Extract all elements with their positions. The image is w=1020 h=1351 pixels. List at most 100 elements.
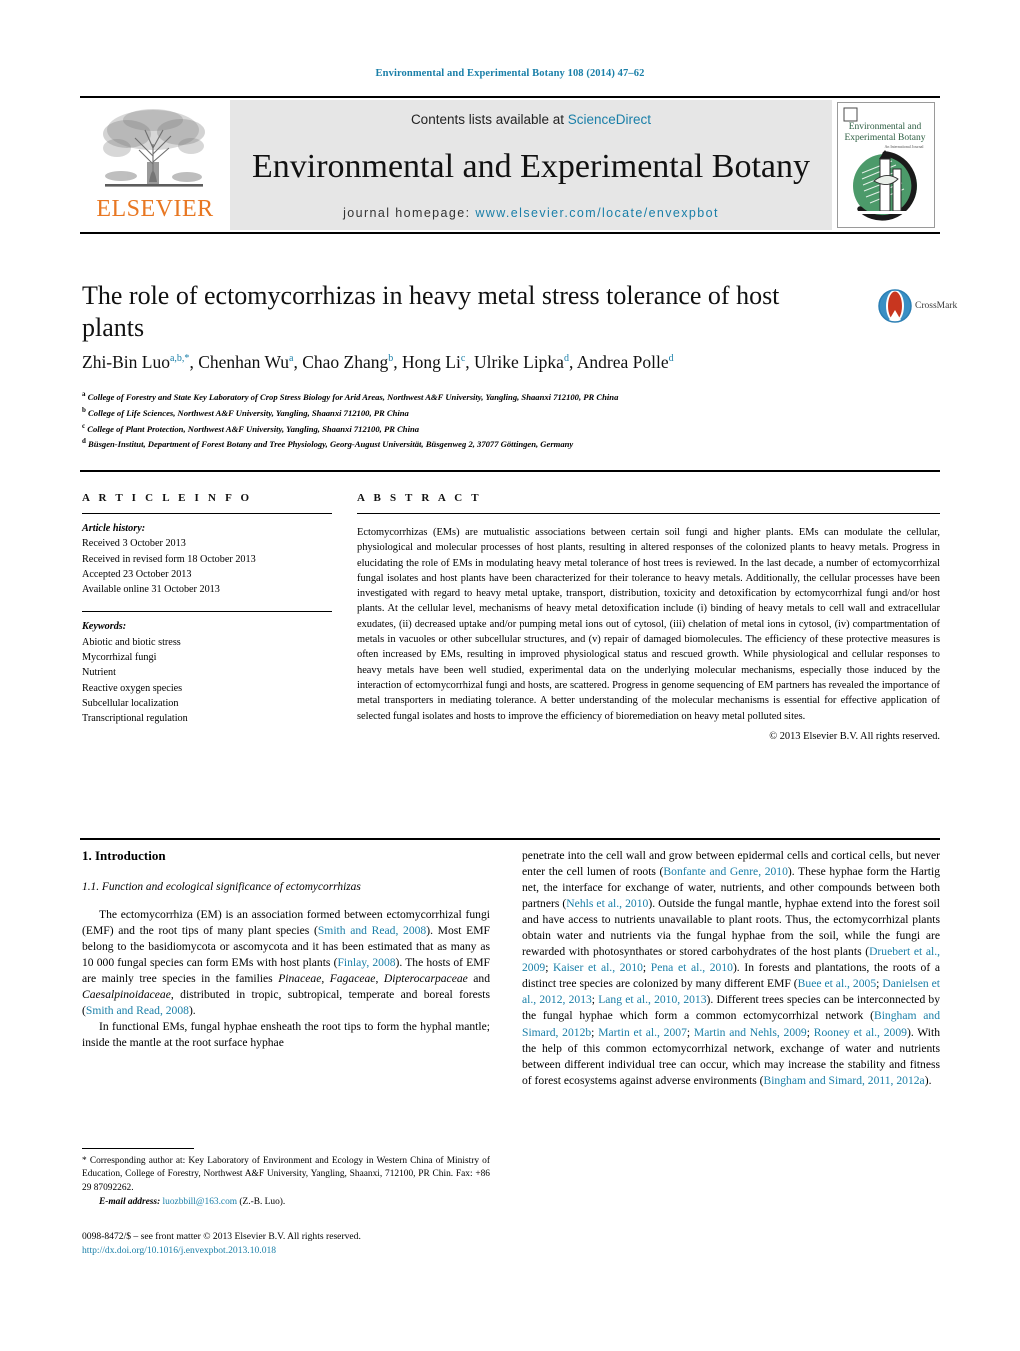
citation-link[interactable]: Pena et al., 2010 — [651, 961, 733, 974]
species-name: Caesalpinoidaceae — [82, 988, 171, 1002]
doi-link[interactable]: http://dx.doi.org/10.1016/j.envexpbot.20… — [82, 1244, 522, 1258]
running-head: Environmental and Experimental Botany 10… — [375, 68, 645, 79]
email-label: E-mail address: — [99, 1197, 161, 1208]
paragraph: In functional EMs, fungal hyphae ensheat… — [82, 1020, 490, 1050]
affiliation-list: a College of Forestry and State Key Labo… — [82, 389, 902, 452]
author-name: Andrea Polle — [576, 352, 669, 372]
author-affiliation-mark: a — [289, 353, 294, 365]
article-page: Environmental and Experimental Botany 10… — [0, 0, 1020, 1351]
elsevier-wordmark: ELSEVIER — [96, 196, 214, 222]
keywords-label: Keywords: — [82, 621, 127, 633]
journal-cover-image: Environmental and Experimental Botany An… — [837, 102, 935, 228]
species-name: Fagaceae — [329, 972, 376, 986]
history-item: Available online 31 October 2013 — [82, 584, 220, 596]
paragraph: penetrate into the cell wall and grow be… — [522, 849, 941, 1087]
species-name: Dipterocarpaceae — [383, 972, 468, 986]
author-name: Chao Zhang — [302, 352, 389, 372]
keyword-item: Abiotic and biotic stress — [82, 636, 181, 648]
crossmark-icon — [878, 289, 912, 323]
citation-link[interactable]: Bonfante and Genre, 2010 — [663, 865, 787, 878]
svg-text:An International Journal: An International Journal — [884, 144, 924, 149]
keyword-item: Nutrient — [82, 667, 116, 679]
keyword-item: Reactive oxygen species — [82, 682, 183, 694]
article-history-label: Article history: — [82, 523, 146, 534]
keywords-block: Keywords: Abiotic and biotic stress Myco… — [82, 619, 332, 726]
article-info-column: A R T I C L E I N F O Article history: R… — [82, 492, 332, 727]
section-heading-introduction: 1. Introduction — [82, 848, 166, 863]
history-item: Received in revised form 18 October 2013 — [82, 553, 256, 565]
author-list: Zhi-Bin Luoa,b,*, Chenhan Wua, Chao Zhan… — [82, 352, 674, 372]
citation-link[interactable]: Martin et al., 2007 — [598, 1026, 687, 1039]
article-history-block: Article history: Received 3 October 2013… — [82, 521, 332, 597]
history-item: Received 3 October 2013 — [82, 538, 186, 550]
author-affiliation-mark: d — [668, 353, 674, 365]
journal-masthead: ELSEVIER Contents lists available at Sci… — [80, 96, 940, 234]
citation-link[interactable]: Lang et al., 2010, 2013 — [598, 993, 706, 1006]
citation-link[interactable]: Martin and Nehls, 2009 — [694, 1026, 807, 1039]
author-name: Zhi-Bin Luo — [82, 352, 170, 372]
citation-link[interactable]: Smith and Read, 2008 — [318, 924, 426, 937]
article-info-rule-mid — [82, 611, 332, 613]
email-note: E-mail address: luozbbill@163.com (Z.-B.… — [82, 1196, 490, 1209]
citation-link[interactable]: Smith and Read, 2008 — [86, 1004, 189, 1017]
crossmark-badge[interactable]: CrossMark — [878, 284, 958, 328]
author-name: Ulrike Lipka — [474, 352, 564, 372]
citation-link[interactable]: Kaiser et al., 2010 — [553, 961, 643, 974]
abstract-rule — [357, 513, 940, 514]
affiliation-item: a College of Forestry and State Key Labo… — [82, 390, 619, 402]
citation-link[interactable]: Bingham and Simard, 2011, 2012a — [763, 1074, 924, 1087]
author-affiliation-mark: c — [460, 353, 466, 365]
journal-homepage-line: journal homepage: www.elsevier.com/locat… — [343, 206, 719, 220]
subsection-heading: 1.1. Function and ecological significanc… — [82, 881, 361, 893]
issn-line: 0098-8472/$ – see front matter © 2013 El… — [82, 1231, 361, 1242]
abstract-heading: A B S T R A C T — [357, 492, 482, 504]
author-affiliation-mark: d — [563, 353, 569, 365]
journal-title: Environmental and Experimental Botany — [251, 147, 810, 185]
affiliation-item: b College of Life Sciences, Northwest A&… — [82, 405, 409, 418]
cover-title-line2: Experimental Botany — [845, 133, 926, 143]
affiliation-mark: d — [82, 437, 86, 446]
species-name: Pinaceae — [278, 972, 322, 986]
affiliation-mark: c — [82, 421, 86, 430]
affiliation-item: c College of Plant Protection, Northwest… — [82, 421, 420, 434]
author-name: Chenhan Wu — [198, 352, 290, 372]
article-info-heading: A R T I C L E I N F O — [82, 492, 253, 504]
imprint-block: 0098-8472/$ – see front matter © 2013 El… — [82, 1230, 522, 1259]
citation-link[interactable]: Finlay, 2008 — [337, 956, 395, 969]
footnote-block: * Corresponding author at: Key Laborator… — [82, 1148, 490, 1209]
contents-available-line: Contents lists available at ScienceDirec… — [411, 112, 651, 127]
email-suffix: (Z.-B. Luo). — [239, 1197, 286, 1208]
corresponding-author-note: * Corresponding author at: Key Laborator… — [82, 1156, 490, 1193]
journal-cover-art: Environmental and Experimental Botany An… — [838, 103, 932, 225]
article-info-rule-top — [82, 513, 332, 514]
author-email-link[interactable]: luozbbill@163.com — [163, 1197, 238, 1207]
journal-cover-block: Environmental and Experimental Botany An… — [832, 98, 940, 232]
author-affiliation-mark: b — [388, 353, 394, 365]
affiliation-mark: b — [82, 405, 86, 414]
citation-link[interactable]: Nehls et al., 2010 — [566, 897, 648, 910]
body-column-left: 1. Introduction 1.1. Function and ecolog… — [82, 848, 490, 1051]
body-column-right: penetrate into the cell wall and grow be… — [522, 848, 940, 1089]
divider-below-abstract — [80, 838, 940, 840]
citation-link[interactable]: Danielsen et al., 2012, 2013 — [522, 977, 940, 1006]
elsevier-logo: ELSEVIER — [80, 98, 230, 232]
affiliation-mark: a — [82, 390, 86, 398]
citation-link[interactable]: Rooney et al., 2009 — [814, 1026, 907, 1039]
crossmark-label: CrossMark — [915, 301, 958, 311]
cover-title-line1: Environmental and — [849, 122, 922, 132]
abstract-column: A B S T R A C T Ectomycorrhizas (EMs) ar… — [357, 492, 940, 742]
elsevier-tree-icon — [103, 109, 205, 187]
keyword-item: Mycorrhizal fungi — [82, 652, 157, 664]
journal-homepage-link[interactable]: www.elsevier.com/locate/envexpbot — [475, 206, 719, 220]
abstract-copyright: © 2013 Elsevier B.V. All rights reserved… — [769, 730, 940, 742]
paragraph: The ectomycorrhiza (EM) is an associatio… — [82, 908, 491, 1018]
abstract-text: Ectomycorrhizas (EMs) are mutualistic as… — [357, 527, 940, 722]
homepage-prefix-text: journal homepage: — [343, 206, 476, 220]
article-title: The role of ectomycorrhizas in heavy met… — [82, 281, 780, 342]
affiliation-item: d Büsgen-Institut, Department of Forest … — [82, 437, 574, 450]
sciencedirect-link[interactable]: ScienceDirect — [568, 112, 651, 127]
author-name: Hong Li — [402, 352, 461, 372]
keyword-item: Transcriptional regulation — [82, 713, 188, 725]
author-affiliation-mark: a,b,* — [169, 353, 190, 365]
citation-link[interactable]: Buee et al., 2005 — [798, 977, 876, 990]
